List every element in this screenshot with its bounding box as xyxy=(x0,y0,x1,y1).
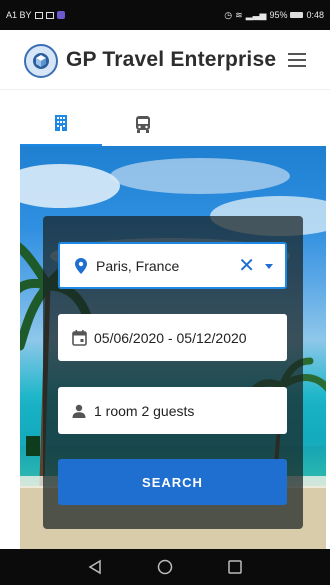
location-pin-icon xyxy=(66,257,96,274)
recents-square-icon[interactable] xyxy=(227,559,243,575)
tab-hotels[interactable] xyxy=(20,102,102,146)
building-icon xyxy=(55,115,67,131)
home-circle-icon[interactable] xyxy=(157,559,173,575)
app-header: GP Travel Enterprise xyxy=(0,30,330,90)
signal-icon: ▂▃▅ xyxy=(245,9,267,20)
battery-percent: 95% xyxy=(269,10,288,20)
calendar-icon xyxy=(64,329,94,346)
app-title: GP Travel Enterprise xyxy=(66,48,277,71)
destination-field[interactable]: Paris, France ✕ xyxy=(58,242,287,289)
search-button[interactable]: SEARCH xyxy=(58,459,287,505)
date-range-field[interactable]: 05/06/2020 - 05/12/2020 xyxy=(58,314,287,361)
battery-icon xyxy=(290,12,304,18)
status-bar: A1 BY ◷ ≋ ▂▃▅ 95% 0:48 xyxy=(0,0,330,30)
carrier-label: A1 BY xyxy=(6,10,32,20)
back-triangle-icon[interactable] xyxy=(87,559,103,575)
destination-value: Paris, France xyxy=(96,257,180,274)
search-type-tabs xyxy=(20,102,326,146)
chevron-down-icon[interactable] xyxy=(265,264,273,269)
bus-icon xyxy=(136,115,150,133)
image-status-icon xyxy=(45,11,54,19)
system-nav-bar xyxy=(0,549,330,585)
guests-field[interactable]: 1 room 2 guests xyxy=(58,387,287,434)
app-notification-icon xyxy=(56,11,65,19)
hamburger-menu-icon[interactable] xyxy=(288,53,306,67)
status-right: ◷ ≋ ▂▃▅ 95% 0:48 xyxy=(224,10,324,21)
search-status-icon xyxy=(34,11,43,19)
clear-icon[interactable]: ✕ xyxy=(238,255,255,277)
guests-value: 1 room 2 guests xyxy=(94,402,195,419)
wifi-icon: ≋ xyxy=(235,9,243,20)
date-range-value: 05/06/2020 - 05/12/2020 xyxy=(94,329,247,346)
globe-logo-icon xyxy=(24,44,58,78)
status-left: A1 BY xyxy=(6,10,65,20)
alarm-icon: ◷ xyxy=(224,9,233,20)
person-icon xyxy=(64,404,94,418)
clock: 0:48 xyxy=(306,10,324,20)
tab-buses[interactable] xyxy=(102,102,184,146)
